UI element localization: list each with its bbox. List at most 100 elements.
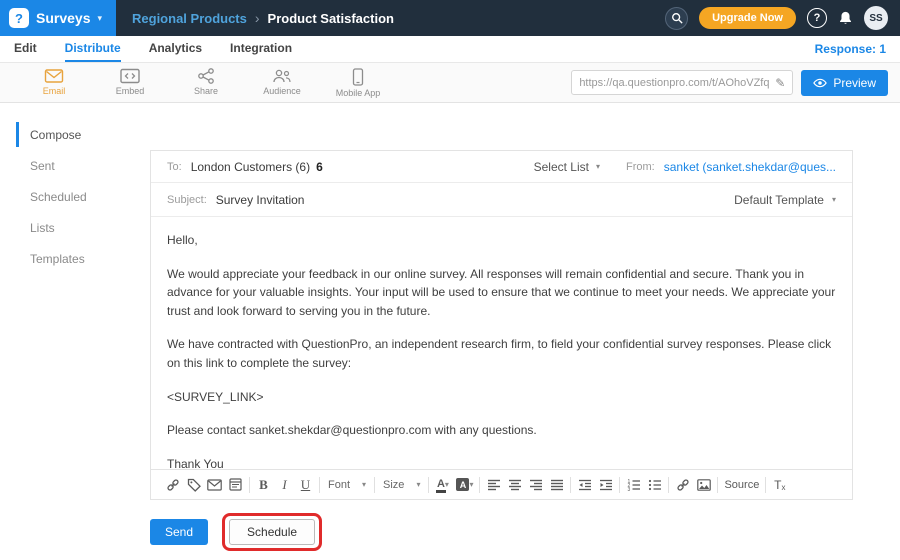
upgrade-now-button[interactable]: Upgrade Now	[699, 7, 796, 29]
rich-text-toolbar: B I U Font ▾ Size ▾ A	[151, 469, 852, 499]
from-label: From:	[626, 161, 655, 173]
user-avatar[interactable]: SS	[864, 6, 888, 30]
template-icon[interactable]	[228, 475, 243, 495]
edit-url-icon[interactable]: ✎	[775, 76, 785, 90]
channel-email[interactable]: Email	[30, 68, 78, 98]
email-body-editor[interactable]: Hello, We would appreciate your feedback…	[151, 217, 852, 469]
top-bar: ? Surveys ▾ Regional Products › Product …	[0, 0, 900, 36]
bg-color-button[interactable]: A ▾	[456, 475, 473, 495]
toolbar-divider	[479, 477, 480, 493]
toolbar-divider	[428, 477, 429, 493]
body-paragraph: Thank You	[167, 455, 836, 469]
insert-image-icon[interactable]	[696, 475, 711, 495]
svg-text:3: 3	[627, 486, 630, 490]
channel-label: Mobile App	[336, 88, 381, 98]
remove-format-button[interactable]: T x	[772, 475, 787, 495]
channel-share[interactable]: Share	[182, 68, 230, 98]
underline-button[interactable]: U	[298, 475, 313, 495]
indent-icon	[599, 479, 613, 491]
breadcrumb-folder[interactable]: Regional Products	[132, 11, 247, 26]
response-count-link[interactable]: Response: 1	[815, 36, 886, 62]
email-compose-card: To: London Customers (6) 6 Select List ▾…	[150, 150, 853, 500]
recipient-count: 6	[316, 160, 323, 174]
subject-value[interactable]: Survey Invitation	[216, 193, 305, 207]
sidebar-item-compose[interactable]: Compose	[0, 119, 140, 150]
select-list-dropdown[interactable]: Select List ▾	[534, 160, 600, 174]
survey-url-input[interactable]	[579, 77, 769, 89]
text-color-icon: A	[437, 479, 445, 490]
font-dropdown[interactable]: Font ▾	[326, 479, 368, 491]
link-icon[interactable]	[165, 475, 180, 495]
align-left-button[interactable]	[486, 475, 501, 495]
envelope-icon[interactable]	[207, 475, 222, 495]
text-color-button[interactable]: A ▾	[435, 475, 450, 495]
search-button[interactable]	[665, 7, 688, 30]
channel-label: Share	[194, 86, 218, 96]
survey-nav-tabs: Edit Distribute Analytics Integration Re…	[0, 36, 900, 63]
tab-edit[interactable]: Edit	[14, 36, 37, 62]
channel-label: Audience	[263, 86, 301, 96]
tab-integration[interactable]: Integration	[230, 36, 292, 62]
chevron-down-icon: ▾	[445, 480, 449, 489]
notifications-button[interactable]	[838, 10, 853, 26]
help-button[interactable]: ?	[807, 8, 827, 28]
bold-button[interactable]: B	[256, 475, 271, 495]
channel-embed[interactable]: Embed	[106, 68, 154, 98]
align-justify-button[interactable]	[549, 475, 564, 495]
outdent-button[interactable]	[577, 475, 592, 495]
sidebar-item-lists[interactable]: Lists	[0, 212, 140, 243]
align-center-icon	[508, 479, 522, 491]
align-right-button[interactable]	[528, 475, 543, 495]
preview-button[interactable]: Preview	[801, 70, 888, 96]
sidebar-item-templates[interactable]: Templates	[0, 243, 140, 274]
numbered-list-icon: 123	[627, 479, 641, 491]
share-icon	[197, 68, 215, 84]
numbered-list-button[interactable]: 123	[626, 475, 641, 495]
template-dropdown[interactable]: Default Template ▾	[734, 193, 836, 207]
body-paragraph: Please contact sanket.shekdar@questionpr…	[167, 421, 836, 440]
size-dropdown[interactable]: Size ▾	[381, 479, 422, 491]
size-dropdown-label: Size	[383, 479, 404, 491]
toolbar-divider	[249, 477, 250, 493]
sidebar-item-sent[interactable]: Sent	[0, 150, 140, 181]
sidebar-item-scheduled[interactable]: Scheduled	[0, 181, 140, 212]
breadcrumb: Regional Products › Product Satisfaction	[132, 10, 394, 26]
insert-link-icon[interactable]	[675, 475, 690, 495]
tab-analytics[interactable]: Analytics	[149, 36, 202, 62]
distribute-toolbar: Email Embed Share	[0, 63, 900, 103]
main-area: Compose Sent Scheduled Lists Templates T…	[0, 103, 900, 560]
chevron-down-icon: ▾	[362, 480, 366, 489]
breadcrumb-survey-name: Product Satisfaction	[268, 11, 394, 26]
channel-audience[interactable]: Audience	[258, 68, 306, 98]
toolbar-divider	[765, 477, 766, 493]
email-sidebar: Compose Sent Scheduled Lists Templates	[0, 103, 140, 560]
toolbar-divider	[570, 477, 571, 493]
toolbar-divider	[619, 477, 620, 493]
channel-mobile-app[interactable]: Mobile App	[334, 68, 382, 98]
italic-button[interactable]: I	[277, 475, 292, 495]
questionpro-logo: ?	[9, 8, 29, 28]
compose-content: To: London Customers (6) 6 Select List ▾…	[140, 103, 900, 560]
indent-button[interactable]	[598, 475, 613, 495]
remove-format-icon: T	[774, 478, 781, 492]
surveys-product-menu[interactable]: ? Surveys ▾	[0, 0, 116, 36]
preview-label: Preview	[833, 76, 876, 90]
topbar-actions: Upgrade Now ? SS	[665, 6, 900, 30]
send-button[interactable]: Send	[150, 519, 208, 545]
recipient-row: To: London Customers (6) 6 Select List ▾…	[151, 151, 852, 183]
body-paragraph: <SURVEY_LINK>	[167, 388, 836, 407]
channel-label: Email	[43, 86, 66, 96]
breadcrumb-chevron-icon: ›	[255, 10, 260, 26]
bullet-list-button[interactable]	[647, 475, 662, 495]
from-value[interactable]: sanket (sanket.shekdar@ques...	[664, 160, 836, 174]
body-paragraph: Hello,	[167, 231, 836, 250]
body-paragraph: We would appreciate your feedback in our…	[167, 265, 836, 321]
compose-actions: Send Schedule	[150, 513, 853, 551]
tag-icon[interactable]	[186, 475, 201, 495]
chevron-down-icon: ▾	[832, 195, 836, 204]
schedule-button[interactable]: Schedule	[229, 519, 315, 545]
subject-label: Subject:	[167, 194, 207, 206]
align-center-button[interactable]	[507, 475, 522, 495]
source-button[interactable]: Source	[724, 475, 759, 495]
tab-distribute[interactable]: Distribute	[65, 36, 121, 62]
